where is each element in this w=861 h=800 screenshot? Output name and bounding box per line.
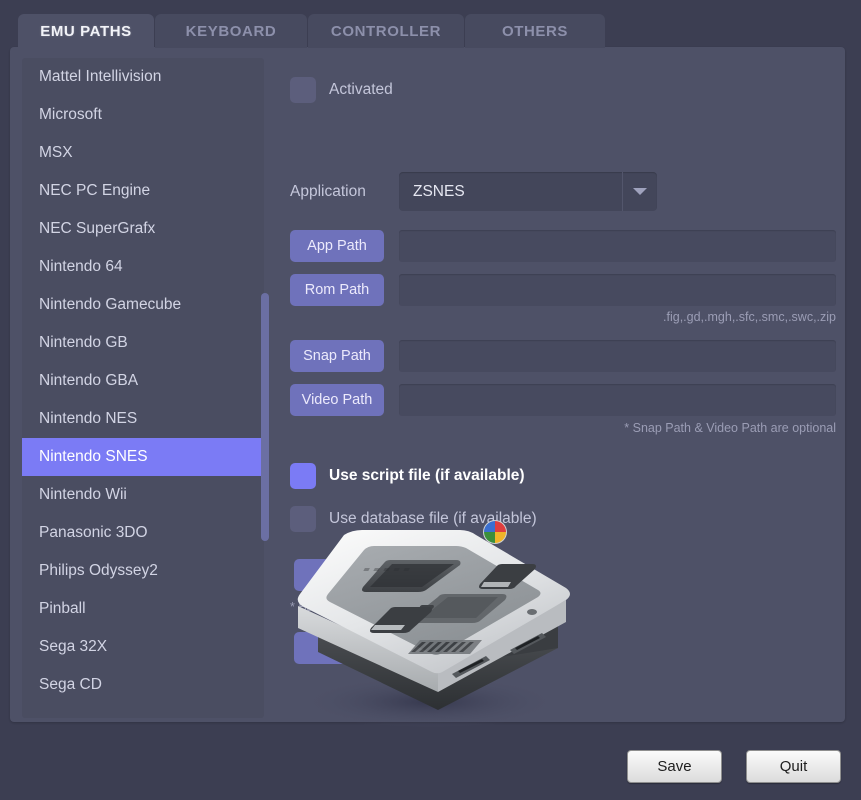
activated-label: Activated	[329, 81, 393, 98]
emu-paths-panel: Mattel Intellivision Microsoft MSX NEC P…	[10, 47, 845, 728]
list-item[interactable]: Nintendo GBA	[22, 362, 264, 400]
use-script-file-checkbox[interactable]	[290, 463, 316, 489]
save-button[interactable]: Save	[627, 750, 722, 783]
platform-list-scrollbar[interactable]	[261, 58, 269, 718]
list-item[interactable]: NEC PC Engine	[22, 172, 264, 210]
tab-emu-paths-label: EMU PATHS	[40, 22, 132, 40]
create-database-hint: * Based on your rom path and rom ext.	[290, 600, 505, 614]
app-path-input[interactable]	[399, 230, 836, 262]
import-database-button-label: Import database	[327, 639, 436, 657]
video-path-input[interactable]	[399, 384, 836, 416]
list-item[interactable]: Philips Odyssey2	[22, 552, 264, 590]
optional-paths-hint: * Snap Path & Video Path are optional	[624, 421, 836, 435]
application-select-arrow[interactable]	[622, 172, 657, 211]
tab-others-label: OTHERS	[501, 22, 569, 40]
quit-button-label: Quit	[779, 758, 808, 775]
video-path-button-label: Video Path	[301, 392, 373, 408]
application-select-value: ZSNES	[413, 182, 465, 200]
snap-path-input[interactable]	[399, 340, 836, 372]
quit-button[interactable]: Quit	[746, 750, 841, 783]
tab-others[interactable]: OTHERS	[465, 14, 605, 48]
snap-path-button[interactable]: Snap Path	[290, 340, 384, 372]
list-item[interactable]: Nintendo GB	[22, 324, 264, 362]
list-item[interactable]: Nintendo Gamecube	[22, 286, 264, 324]
activated-checkbox-row[interactable]: Activated	[290, 77, 393, 103]
application-label: Application	[290, 183, 366, 200]
use-database-file-checkbox[interactable]	[290, 506, 316, 532]
chevron-down-icon	[633, 188, 647, 195]
list-item[interactable]: Nintendo Wii	[22, 476, 264, 514]
use-script-file-label: Use script file (if available)	[329, 467, 525, 484]
snap-path-button-label: Snap Path	[303, 348, 371, 364]
rom-extensions-hint: .fig,.gd,.mgh,.sfc,.smc,.swc,.zip	[663, 310, 836, 324]
rom-path-button-label: Rom Path	[304, 282, 370, 298]
settings-window: EMU PATHS KEYBOARD CONTROLLER OTHERS Mat…	[0, 0, 861, 800]
settings-form: Activated Application ZSNES App Path Rom…	[282, 47, 845, 722]
save-button-label: Save	[657, 758, 692, 775]
window-footer: Save Quit	[627, 750, 841, 783]
list-item[interactable]: Sega CD	[22, 666, 264, 704]
tab-keyboard[interactable]: KEYBOARD	[155, 14, 307, 48]
list-item[interactable]: Microsoft	[22, 96, 264, 134]
list-item[interactable]: MSX	[22, 134, 264, 172]
list-item[interactable]: Nintendo 64	[22, 248, 264, 286]
list-item[interactable]: Nintendo NES	[22, 400, 264, 438]
rom-path-input[interactable]	[399, 274, 836, 306]
list-item[interactable]: Panasonic 3DO	[22, 514, 264, 552]
list-item[interactable]: NEC SuperGrafx	[22, 210, 264, 248]
create-database-button[interactable]: Create database	[294, 559, 469, 591]
list-item[interactable]: Pinball	[22, 590, 264, 628]
app-path-button-label: App Path	[307, 238, 367, 254]
tab-controller-label: CONTROLLER	[330, 22, 442, 40]
list-item[interactable]: Sega 32X	[22, 628, 264, 666]
list-item[interactable]: Mattel Intellivision	[22, 58, 264, 96]
tab-controller[interactable]: CONTROLLER	[308, 14, 464, 48]
use-script-file-checkbox-row[interactable]: Use script file (if available)	[290, 463, 525, 489]
create-database-button-label: Create database	[326, 566, 437, 584]
rom-path-button[interactable]: Rom Path	[290, 274, 384, 306]
use-database-file-checkbox-row[interactable]: Use database file (if available)	[290, 506, 537, 532]
application-select[interactable]: ZSNES	[399, 172, 657, 211]
activated-checkbox[interactable]	[290, 77, 316, 103]
tab-keyboard-label: KEYBOARD	[185, 22, 277, 40]
tab-bar: EMU PATHS KEYBOARD CONTROLLER OTHERS	[18, 14, 605, 48]
import-database-button[interactable]: Import database	[294, 632, 469, 664]
app-path-button[interactable]: App Path	[290, 230, 384, 262]
use-database-file-label: Use database file (if available)	[329, 510, 537, 527]
tab-emu-paths[interactable]: EMU PATHS	[18, 14, 154, 48]
scrollbar-thumb[interactable]	[261, 293, 269, 541]
list-item-selected[interactable]: Nintendo SNES	[22, 438, 264, 476]
platform-list[interactable]: Mattel Intellivision Microsoft MSX NEC P…	[22, 58, 264, 718]
video-path-button[interactable]: Video Path	[290, 384, 384, 416]
